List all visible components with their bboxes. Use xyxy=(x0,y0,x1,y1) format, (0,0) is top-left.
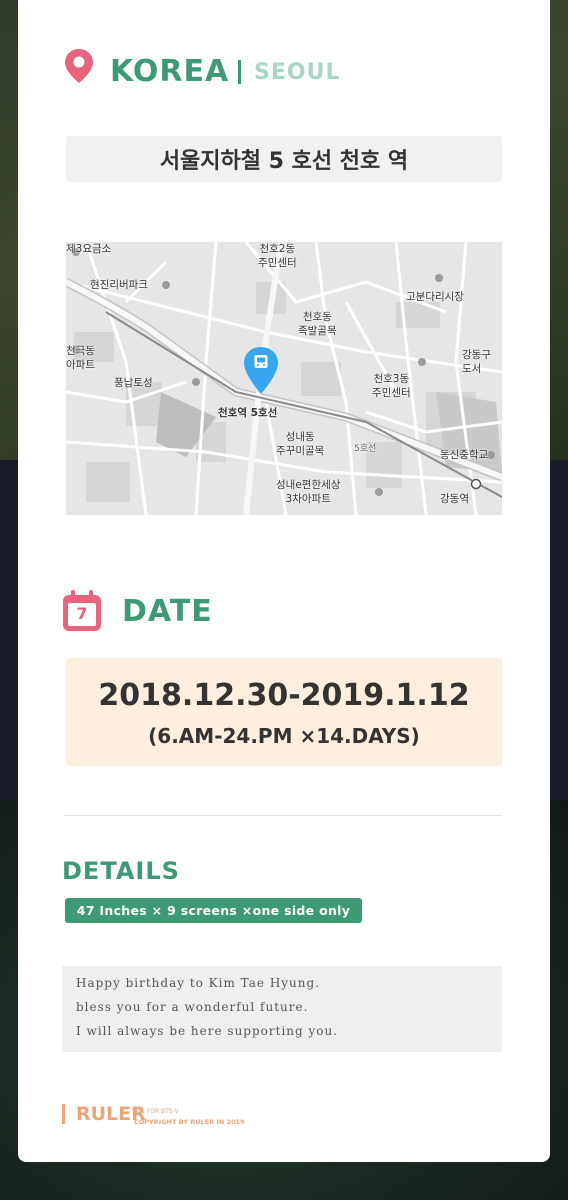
city-subtitle: SEOUL xyxy=(254,60,341,85)
date-hours: (6.AM-24.PM ×14.DAYS) xyxy=(148,724,420,748)
details-badge: 47 Inches × 9 screens ×one side only xyxy=(65,898,362,923)
message-line: I will always be here supporting you. xyxy=(76,1024,339,1038)
map-label: 현진리버파크 xyxy=(90,279,148,291)
map-label: 성내동 주꾸미골목 xyxy=(276,431,325,457)
footer-copyright: COPYRIGHT BY RULER IN 2019 xyxy=(134,1118,245,1126)
map-label: 성내e편한세상 3차아파트 xyxy=(276,479,341,505)
calendar-day: 7 xyxy=(76,604,88,623)
message-box: Happy birthday to Kim Tae Hyung. bless y… xyxy=(62,966,502,1052)
map-label: 동신중학교 xyxy=(440,449,489,461)
map-label: 5호선 xyxy=(354,444,377,454)
map-label: 강동구 도서 xyxy=(462,349,491,375)
details-badge-text: 47 Inches × 9 screens ×one side only xyxy=(76,903,351,918)
map-label: 천극동 아파트 xyxy=(66,345,95,371)
date-heading: DATE xyxy=(122,594,213,629)
map-label: 천호역 5호선 xyxy=(218,407,278,419)
details-heading: DETAILS xyxy=(62,857,180,885)
title-divider xyxy=(238,60,241,84)
map-label: 강동역 xyxy=(440,493,469,505)
message-line: bless you for a wonderful future. xyxy=(76,1000,309,1014)
map-label: 제3요금소 xyxy=(66,243,112,255)
footer-tagline: ALL FOR BTS V xyxy=(134,1108,179,1115)
map-label: 천호동 족발골목 xyxy=(298,311,337,337)
station-name: 서울지하철 5 호선 천호 역 xyxy=(159,149,409,174)
location-pin-icon xyxy=(65,49,93,83)
location-map[interactable]: 제3요금소 천호2동 주민센터 현진리버파크 고분다리시장 천호동 족발골목 천… xyxy=(66,242,502,515)
section-divider xyxy=(64,815,502,816)
footer-bar xyxy=(62,1104,65,1124)
map-label: 고분다리시장 xyxy=(406,291,464,303)
map-label: 풍납토성 xyxy=(114,377,153,389)
date-box: 2018.12.30-2019.1.12 (6.AM-24.PM ×14.DAY… xyxy=(66,658,502,766)
date-range: 2018.12.30-2019.1.12 xyxy=(98,678,470,713)
message-line: Happy birthday to Kim Tae Hyung. xyxy=(76,976,321,990)
station-banner: 서울지하철 5 호선 천호 역 xyxy=(66,136,502,182)
country-title: KOREA xyxy=(110,54,230,89)
poster-card: KOREA SEOUL 서울지하철 5 호선 천호 역 제3요금소 천호2동 주… xyxy=(18,0,550,1162)
map-label: 천호3동 주민센터 xyxy=(372,373,411,399)
map-label: 천호2동 주민센터 xyxy=(258,243,297,269)
